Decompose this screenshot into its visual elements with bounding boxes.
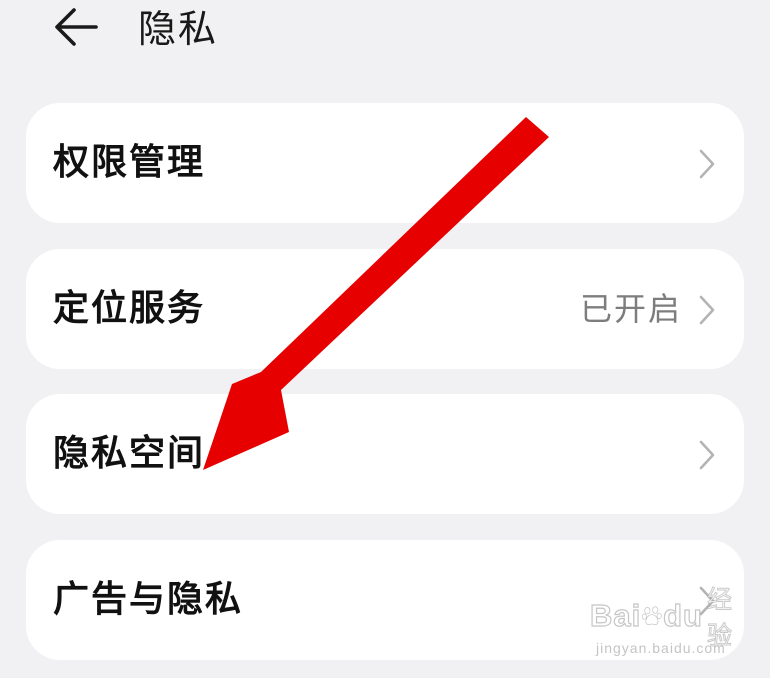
chevron-right-icon: [699, 440, 715, 470]
settings-item-permission-management[interactable]: 权限管理: [26, 103, 744, 223]
settings-item-label: 权限管理: [53, 142, 206, 183]
settings-item-private-space[interactable]: 隐私空间: [26, 394, 744, 514]
chevron-right-icon: [699, 149, 715, 179]
top-bar: 隐私: [0, 0, 770, 70]
settings-item-label: 广告与隐私: [53, 579, 244, 620]
location-status-value: 已开启: [579, 290, 682, 328]
settings-item-ads-and-privacy[interactable]: 广告与隐私: [26, 540, 744, 660]
page-title: 隐私: [138, 7, 219, 51]
settings-item-label: 隐私空间: [53, 433, 206, 474]
chevron-right-icon: [699, 586, 715, 616]
settings-item-label: 定位服务: [53, 288, 206, 329]
chevron-right-icon: [699, 295, 715, 325]
settings-item-location-services[interactable]: 定位服务 已开启: [26, 249, 744, 369]
back-button[interactable]: [50, 4, 106, 50]
arrow-left-icon: [55, 8, 98, 46]
